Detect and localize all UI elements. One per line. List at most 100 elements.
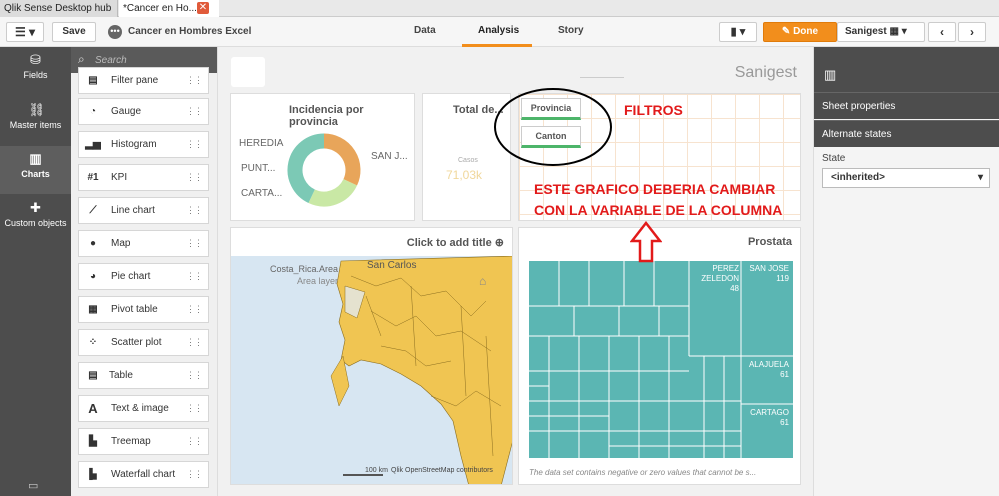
donut-slice-1[interactable] — [308, 178, 358, 207]
bookmark-button[interactable]: ▮ ▾ — [719, 22, 757, 42]
treemap-footnote: The data set contains negative or zero v… — [529, 468, 757, 477]
map-place-label: San Carlos — [367, 260, 417, 271]
drag-handle-icon[interactable]: ⋮⋮ — [186, 462, 203, 487]
save-button[interactable]: Save — [52, 22, 96, 42]
sheet-selector-button[interactable]: Sanigest ▦ ▾ — [837, 22, 925, 42]
text-icon: A — [88, 401, 98, 416]
menu-button[interactable]: ☰ ▾ — [6, 22, 44, 42]
annotation-line-2: CON LA VARIABLE DE LA COLUMNA — [534, 202, 783, 218]
drag-handle-icon[interactable]: ⋮⋮ — [186, 297, 203, 322]
treemap-label-perez-zeledon: PEREZ ZELEDON 48 — [701, 264, 739, 293]
drag-handle-icon[interactable]: ⋮⋮ — [186, 363, 203, 388]
map-scale-bar — [343, 474, 383, 476]
sheet-thumbnail[interactable] — [231, 57, 265, 87]
sheet-icon: ▦ — [889, 26, 899, 37]
sheet-canvas: Sanigest Incidencia por provincia HEREDI… — [218, 47, 813, 496]
pivot-table-icon: ▦ — [88, 304, 98, 315]
map-card[interactable]: Click to add title ⊕ San Carlos Costa_Ri… — [230, 227, 513, 485]
search-input[interactable]: Search — [95, 55, 127, 66]
drag-handle-icon[interactable]: ⋮⋮ — [186, 429, 203, 454]
donut-slice-2[interactable] — [287, 133, 325, 204]
donut-chart-title: Incidencia por provincia — [289, 104, 364, 128]
drag-handle-icon[interactable]: ⋮⋮ — [186, 198, 203, 223]
asset-pie-chart[interactable]: ◕ Pie chart ⋮⋮ — [78, 263, 209, 290]
app-name: Cancer en Hombres Excel — [128, 26, 252, 37]
asset-treemap[interactable]: ▙ Treemap ⋮⋮ — [78, 428, 209, 455]
chevron-down-icon: ▾ — [977, 172, 983, 183]
nav-data[interactable]: Data — [414, 25, 436, 36]
pencil-icon: ✎ — [781, 26, 794, 37]
state-select[interactable]: <inherited> ▾ — [822, 168, 990, 188]
treemap-label-cartago: CARTAGO 61 — [750, 408, 789, 427]
plus-icon: ⊕ — [494, 237, 504, 249]
sheet-properties-row[interactable]: Sheet properties — [814, 92, 999, 119]
kpi-label: Casos — [458, 157, 478, 164]
drag-handle-icon[interactable]: ⋮⋮ — [186, 68, 203, 93]
app-icon: ••• — [108, 25, 122, 39]
map-area[interactable]: San Carlos Costa_Rica.Area Area layer 10… — [231, 256, 512, 484]
treemap-chart[interactable]: PEREZ ZELEDON 48 SAN JOSE 119 ALAJUELA 61 C… — [529, 261, 793, 458]
add-title-button[interactable]: Click to add title ⊕ — [407, 236, 504, 249]
donut-label: HEREDIA — [239, 138, 284, 149]
drag-handle-icon[interactable]: ⋮⋮ — [186, 396, 203, 421]
annotation-line-1: ESTE GRAFICO DEBERIA CAMBIAR — [534, 181, 776, 197]
annotation-arrow — [630, 221, 662, 263]
line-chart-icon: ⟋ — [89, 205, 97, 216]
asset-scatter-plot[interactable]: ⁘ Scatter plot ⋮⋮ — [78, 329, 209, 356]
waterfall-chart-icon: ▐▖ — [85, 469, 101, 480]
tab-hub[interactable]: Qlik Sense Desktop hub — [0, 0, 118, 17]
drag-handle-icon[interactable]: ⋮⋮ — [186, 165, 203, 190]
drag-handle-icon[interactable]: ⋮⋮ — [186, 264, 203, 289]
drag-handle-icon[interactable]: ⋮⋮ — [186, 330, 203, 355]
kpi-value: 71,03k — [446, 168, 483, 182]
rail-charts[interactable]: ▥ Charts — [0, 146, 71, 194]
asset-gauge[interactable]: ◔ Gauge ⋮⋮ — [78, 98, 209, 125]
asset-pivot-table[interactable]: ▦ Pivot table ⋮⋮ — [78, 296, 209, 323]
drag-handle-icon[interactable]: ⋮⋮ — [186, 99, 203, 124]
search-icon: ⌕ — [78, 52, 85, 66]
asset-map[interactable]: ● Map ⋮⋮ — [78, 230, 209, 257]
prev-sheet-button[interactable]: ‹ — [928, 22, 956, 42]
puzzle-icon: ✚ — [30, 200, 41, 215]
donut-chart-card[interactable]: Incidencia por provincia HEREDIA PUNT...… — [230, 93, 415, 221]
database-icon: ⛁ — [30, 52, 41, 67]
panel-toggle-icon[interactable]: ▭ — [28, 479, 38, 492]
asset-waterfall-chart[interactable]: ▐▖ Waterfall chart ⋮⋮ — [78, 461, 209, 488]
alternate-states-row[interactable]: Alternate states — [814, 120, 999, 147]
donut-chart[interactable] — [286, 132, 362, 208]
donut-label: SAN J... — [371, 151, 408, 162]
nav-analysis[interactable]: Analysis — [478, 25, 519, 36]
treemap-icon: ▙ — [89, 436, 97, 447]
donut-slice-0[interactable] — [323, 133, 361, 186]
drag-handle-icon[interactable]: ⋮⋮ — [186, 132, 203, 157]
rail-custom-objects[interactable]: ✚ Custom objects — [0, 195, 71, 243]
asset-text-image[interactable]: A Text & image ⋮⋮ — [78, 395, 209, 422]
window-tab-bar: Qlik Sense Desktop hub *Cancer en Ho... … — [0, 0, 999, 17]
close-tab-icon[interactable]: ✕ — [197, 2, 209, 14]
home-icon[interactable]: ⌂ — [479, 274, 486, 288]
asset-line-chart[interactable]: ⟋ Line chart ⋮⋮ — [78, 197, 209, 224]
table-icon: ▤ — [88, 370, 98, 381]
properties-header: ▥ — [814, 47, 999, 92]
annotation-ellipse — [494, 88, 612, 166]
left-rail: ⛁ Fields ⛓ Master items ▥ Charts ✚ Custom ob… — [0, 47, 71, 496]
asset-histogram[interactable]: ▂▅ Histogram ⋮⋮ — [78, 131, 209, 158]
asset-kpi[interactable]: #1 KPI ⋮⋮ — [78, 164, 209, 191]
treemap-card[interactable]: Prostata PEREZ ZELEDON 48 SAN JOSE 119 ALA… — [518, 227, 801, 485]
next-sheet-button[interactable]: › — [958, 22, 986, 42]
treemap-label-alajuela: ALAJUELA 61 — [748, 360, 789, 379]
gauge-icon: ◔ — [89, 106, 97, 117]
drag-handle-icon[interactable]: ⋮⋮ — [186, 231, 203, 256]
rail-fields[interactable]: ⛁ Fields — [0, 47, 71, 95]
filter-pane-icon: ▤ — [88, 75, 98, 86]
annotation-filtros: FILTROS — [624, 102, 683, 118]
asset-table[interactable]: ▤ Table ⋮⋮ — [78, 362, 209, 389]
link-icon: ⛓ — [28, 102, 46, 117]
globe-icon: ● — [89, 238, 97, 249]
treemap-title: Prostata — [747, 236, 792, 248]
rail-master-items[interactable]: ⛓ Master items — [0, 97, 71, 145]
asset-filter-pane[interactable]: ▤ Filter pane ⋮⋮ — [78, 67, 209, 94]
done-button[interactable]: ✎ Done — [763, 22, 837, 42]
nav-story[interactable]: Story — [558, 25, 584, 36]
app-toolbar: ☰ ▾ Save ••• Cancer en Hombres Excel Dat… — [0, 17, 999, 47]
